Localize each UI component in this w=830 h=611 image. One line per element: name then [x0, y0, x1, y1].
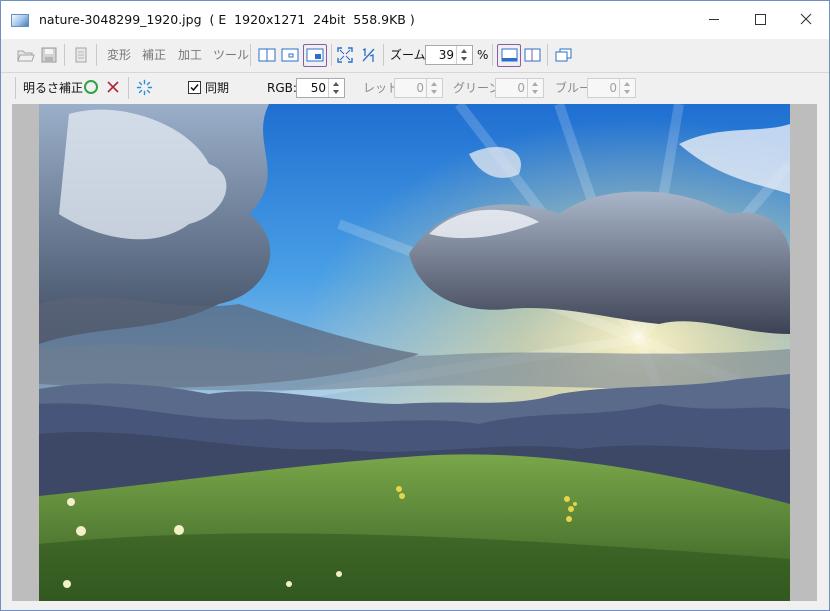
blue-spin-arrows[interactable] — [619, 79, 635, 97]
sync-checkbox[interactable] — [188, 81, 201, 94]
menu-process[interactable]: 加工 — [178, 48, 202, 62]
main-toolbar: 変形 補正 加工 ツール ズーム: 39 % — [1, 39, 829, 73]
zoom-spin-arrows[interactable] — [456, 46, 472, 64]
fit-window-icon[interactable] — [337, 47, 353, 63]
zoom-stepper[interactable]: 39 — [425, 45, 473, 65]
preview-view-icon[interactable] — [306, 48, 324, 62]
minimize-button[interactable] — [691, 1, 737, 37]
open-folder-icon[interactable] — [17, 48, 35, 63]
adjust-toolbar: 明るさ補正 同期 RGB: 50 レッド: 0 グリーン: 0 ブルー: 0 — [1, 73, 829, 103]
original-view-icon[interactable] — [281, 48, 299, 62]
close-icon — [800, 13, 812, 25]
reset-sparkle-icon[interactable] — [136, 79, 153, 96]
menu-transform[interactable]: 変形 — [107, 48, 131, 62]
brightness-mode-label: 明るさ補正 — [23, 81, 84, 95]
landscape-photo — [39, 104, 790, 601]
green-value: 0 — [517, 81, 525, 95]
menu-tools[interactable]: ツール — [213, 48, 249, 62]
status-bar — [1, 602, 829, 610]
rgb-label: RGB: — [267, 81, 297, 95]
sync-label[interactable]: 同期 — [205, 81, 229, 95]
zoom-label: ズーム: — [390, 48, 430, 62]
blue-stepper[interactable]: 0 — [587, 78, 636, 98]
title-bar[interactable]: nature-3048299_1920.jpg ( E 1920x1271 24… — [1, 1, 829, 39]
side-panel-icon[interactable] — [524, 48, 541, 62]
menu-correct[interactable]: 補正 — [142, 48, 166, 62]
zoom-unit: % — [477, 48, 489, 62]
maximize-button[interactable] — [737, 1, 783, 37]
check-icon — [190, 84, 199, 92]
multi-window-icon[interactable] — [555, 48, 572, 62]
document-icon[interactable] — [74, 47, 88, 63]
app-window: nature-3048299_1920.jpg ( E 1920x1271 24… — [0, 0, 830, 611]
split-view-icon[interactable] — [258, 48, 276, 62]
red-value: 0 — [416, 81, 424, 95]
red-stepper[interactable]: 0 — [394, 78, 443, 98]
rgb-stepper[interactable]: 50 — [296, 78, 345, 98]
image-canvas[interactable] — [12, 104, 817, 601]
red-spin-arrows[interactable] — [426, 79, 442, 97]
save-icon[interactable] — [41, 47, 57, 63]
window-title: nature-3048299_1920.jpg ( E 1920x1271 24… — [39, 12, 415, 27]
actual-size-icon[interactable] — [360, 47, 376, 63]
rgb-spin-arrows[interactable] — [328, 79, 344, 97]
bottom-panel-icon[interactable] — [501, 48, 518, 62]
zoom-value: 39 — [438, 48, 454, 62]
app-icon — [11, 14, 29, 27]
close-button[interactable] — [783, 1, 829, 37]
apply-circle-icon[interactable] — [83, 79, 99, 95]
rgb-value: 50 — [310, 81, 326, 95]
cancel-x-icon[interactable] — [105, 79, 121, 95]
green-spin-arrows[interactable] — [527, 79, 543, 97]
green-stepper[interactable]: 0 — [495, 78, 544, 98]
blue-value: 0 — [609, 81, 617, 95]
